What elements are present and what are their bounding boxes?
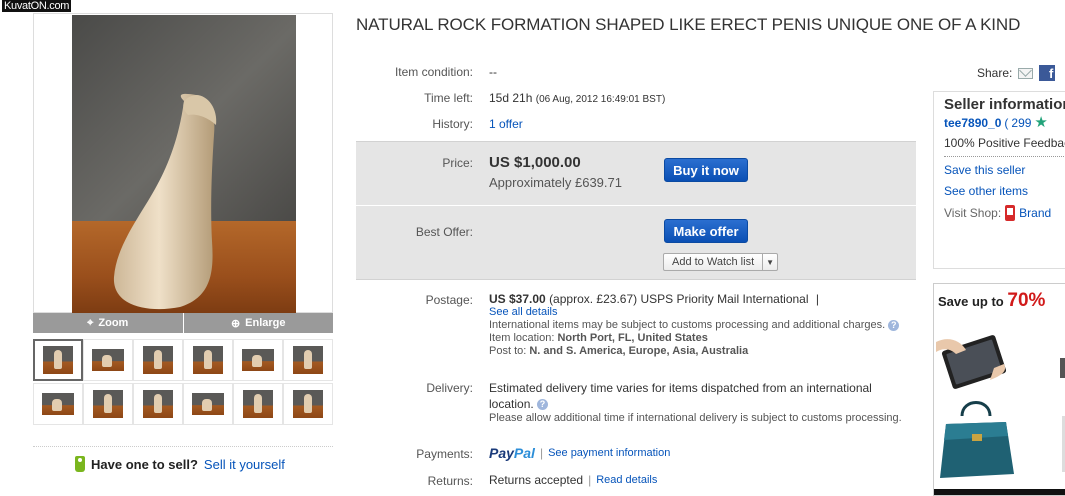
- item-location-label: Item location:: [489, 332, 555, 344]
- positive-feedback: 100% Positive Feedback: [944, 136, 1065, 150]
- condition-value: --: [489, 65, 497, 79]
- offer-history-link[interactable]: 1 offer: [489, 117, 523, 131]
- returns-label: Returns:: [427, 474, 473, 488]
- see-other-items-link[interactable]: See other items: [944, 184, 1065, 198]
- promo-ad[interactable]: Save up to 70%: [933, 283, 1065, 496]
- seller-info-box: Seller information tee7890_0 ( 299 ★ 100…: [933, 91, 1065, 269]
- price-value: US $1,000.00: [489, 154, 581, 171]
- time-left-label: Time left:: [424, 91, 473, 105]
- seller-name-link[interactable]: tee7890_0: [944, 116, 1001, 130]
- share-bar: Share: f: [977, 65, 1056, 81]
- ad-text: Save up to: [938, 294, 1004, 309]
- ad-percent: 70%: [1007, 290, 1046, 311]
- feedback-star-icon: ★: [1034, 114, 1048, 131]
- thumbnail[interactable]: [283, 383, 333, 425]
- site-watermark: KuvatON.com: [2, 0, 72, 12]
- returns-value: Returns accepted: [489, 473, 584, 487]
- item-title: NATURAL ROCK FORMATION SHAPED LIKE ERECT…: [356, 15, 1021, 34]
- postage-price: US $37.00: [489, 292, 546, 306]
- paypal-logo: PayPal: [489, 445, 535, 461]
- postage-service: (approx. £23.67) USPS Priority Mail Inte…: [549, 292, 809, 306]
- time-left-end: (06 Aug, 2012 16:49:01 BST): [535, 94, 666, 105]
- chevron-down-icon[interactable]: ▼: [762, 254, 777, 270]
- thumbnail[interactable]: [183, 339, 233, 381]
- share-label: Share:: [977, 66, 1013, 80]
- crosshair-icon: ⌖: [87, 316, 94, 329]
- condition-label: Item condition:: [394, 65, 473, 79]
- thumbnail[interactable]: [33, 339, 83, 381]
- shop-icon: [1005, 205, 1016, 221]
- enlarge-button[interactable]: ⊕ Enlarge: [182, 313, 333, 333]
- postage-label: Postage:: [425, 293, 473, 307]
- zoom-toolbar: ⌖ Zoom ⊕ Enlarge: [33, 313, 333, 333]
- thumbnail[interactable]: [233, 339, 283, 381]
- time-left-duration: 15d 21h: [489, 91, 533, 105]
- make-offer-button[interactable]: Make offer: [664, 219, 748, 243]
- feedback-open-paren: (: [1004, 116, 1009, 130]
- thumbnail[interactable]: [283, 339, 333, 381]
- watch-list-label: Add to Watch list: [672, 256, 755, 268]
- sell-yours-row: Have one to sell? Sell it yourself: [75, 456, 285, 472]
- feedback-score-link[interactable]: 299: [1011, 116, 1031, 130]
- seller-heading: Seller information: [944, 96, 1065, 113]
- thumbnail-strip: [33, 339, 333, 425]
- enlarge-label: Enlarge: [245, 317, 286, 329]
- save-seller-link[interactable]: Save this seller: [944, 163, 1065, 177]
- postage-details: US $37.00 (approx. £23.67) USPS Priority…: [489, 292, 909, 358]
- seller-name-row: tee7890_0 ( 299 ★: [944, 114, 1065, 131]
- magnifier-icon: ⊕: [230, 317, 241, 330]
- sell-question: Have one to sell?: [91, 456, 198, 472]
- payments-row: PayPal | See payment information: [489, 445, 671, 461]
- post-to-regions: N. and S. America, Europe, Asia, Austral…: [529, 345, 749, 357]
- separator: |: [815, 292, 819, 306]
- thumbnail[interactable]: [133, 339, 183, 381]
- best-offer-label: Best Offer:: [415, 225, 473, 239]
- thumbnail[interactable]: [33, 383, 83, 425]
- history-label: History:: [432, 117, 473, 131]
- delivery-details: Estimated delivery time varies for items…: [489, 380, 909, 425]
- add-to-watch-list-button[interactable]: Add to Watch list ▼: [663, 253, 779, 271]
- ad-product-images: [936, 335, 1065, 478]
- thumbnail[interactable]: [233, 383, 283, 425]
- delivery-note: Please allow additional time if internat…: [489, 412, 902, 424]
- read-details-link[interactable]: Read details: [596, 474, 657, 487]
- time-left-value: 15d 21h (06 Aug, 2012 16:49:01 BST): [489, 91, 665, 105]
- payments-label: Payments:: [416, 447, 473, 461]
- main-item-photo[interactable]: [72, 15, 296, 313]
- price-label: Price:: [442, 156, 473, 170]
- shop-link[interactable]: Brand: [1019, 206, 1051, 220]
- delivery-label: Delivery:: [426, 381, 473, 395]
- price-tag-icon: [75, 456, 85, 472]
- post-to-label: Post to:: [489, 345, 527, 357]
- help-icon[interactable]: ?: [888, 319, 900, 331]
- returns-row: Returns accepted | Read details: [489, 473, 658, 487]
- thumbnail[interactable]: [133, 383, 183, 425]
- divider: [33, 446, 333, 447]
- buy-it-now-button[interactable]: Buy it now: [664, 158, 748, 182]
- visit-shop-label: Visit Shop:: [944, 206, 1002, 220]
- thumbnail[interactable]: [83, 383, 133, 425]
- price-approx: Approximately £639.71: [489, 175, 622, 190]
- payment-info-link[interactable]: See payment information: [548, 447, 670, 460]
- zoom-button[interactable]: ⌖ Zoom: [33, 313, 183, 333]
- visit-shop-row: Visit Shop: Brand: [944, 205, 1065, 221]
- facebook-icon[interactable]: f: [1039, 65, 1056, 81]
- main-image-frame[interactable]: [33, 13, 333, 313]
- thumbnail[interactable]: [83, 339, 133, 381]
- see-all-details-link[interactable]: See all details: [489, 306, 909, 319]
- zoom-label: Zoom: [98, 317, 129, 329]
- sell-it-yourself-link[interactable]: Sell it yourself: [204, 457, 285, 472]
- help-icon[interactable]: ?: [537, 399, 549, 411]
- customs-note: International items may be subject to cu…: [489, 319, 886, 331]
- thumbnail[interactable]: [183, 383, 233, 425]
- item-location: North Port, FL, United States: [557, 332, 708, 344]
- email-icon[interactable]: [1018, 67, 1034, 79]
